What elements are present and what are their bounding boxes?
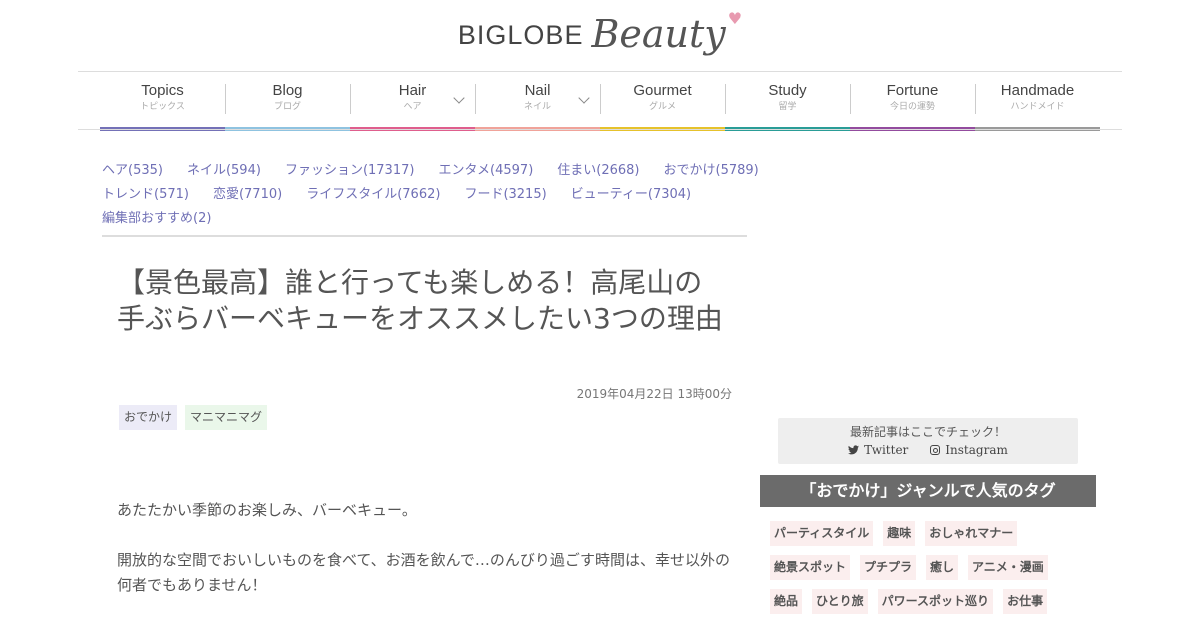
popular-tag[interactable]: おしゃれマナー <box>925 521 1018 546</box>
category-link[interactable]: おでかけ(5789) <box>664 160 759 184</box>
article-tag-odekake[interactable]: おでかけ <box>119 405 178 430</box>
nav-sublabel: ハンドメイド <box>1010 102 1065 112</box>
nav-sublabel: トピックス <box>140 102 185 112</box>
site-logo[interactable]: BIGLOBE Beauty ♥ <box>0 9 1200 62</box>
popular-tag[interactable]: 趣味 <box>883 521 916 546</box>
category-links: ヘア(535) ネイル(594) ファッション(17317) エンタメ(4597) 住ま… <box>102 160 759 232</box>
nav-label: Handmade <box>1000 82 1075 99</box>
logo-brand: BIGLOBE <box>457 20 584 50</box>
category-link[interactable]: ヘア(535) <box>102 160 163 184</box>
popular-tag[interactable]: ひとり旅 <box>812 589 868 614</box>
category-link[interactable]: 恋愛(7710) <box>213 184 282 208</box>
nav-sublabel: ヘア <box>403 102 422 112</box>
article-paragraph: 開放的な空間でおいしいものを食べて、お酒を飲んで…のんびり過ごす時間は、幸せ以外… <box>117 551 731 594</box>
social-follow-box: 最新記事はここでチェック！ Twitter Instagram <box>778 418 1078 464</box>
category-link[interactable]: ネイル(594) <box>187 160 261 184</box>
category-link[interactable]: ライフスタイル(7662) <box>306 184 440 208</box>
heart-icon: ♥ <box>727 9 743 28</box>
nav-label: Study <box>768 82 807 99</box>
popular-tag[interactable]: 癒し <box>926 555 959 580</box>
popular-tag[interactable]: 絶品 <box>770 589 803 614</box>
popular-tag[interactable]: パワースポット巡り <box>877 589 994 614</box>
category-row: ヘア(535) ネイル(594) ファッション(17317) エンタメ(4597) 住ま… <box>102 160 759 184</box>
category-link[interactable]: ファッション(17317) <box>285 160 415 184</box>
nav-label: Fortune <box>886 82 939 99</box>
nav-item-nail[interactable]: Nail ネイル <box>475 72 600 131</box>
popular-tag[interactable]: 絶景スポット <box>770 555 851 580</box>
nav-sublabel: ブログ <box>273 102 301 112</box>
category-link[interactable]: 住まい(2668) <box>557 160 639 184</box>
genre-tags-heading: 「おでかけ」ジャンルで人気のタグ <box>760 475 1096 507</box>
category-link[interactable]: フード(3215) <box>464 184 546 208</box>
article-tags: おでかけ マニマニマグ <box>119 405 268 430</box>
instagram-icon <box>930 445 941 455</box>
category-link[interactable]: ビューティー(7304) <box>571 184 691 208</box>
article-title: 【景色最高】誰と行っても楽しめる！高尾山の手ぶらバーベキューをオススメしたい3つ… <box>117 266 723 335</box>
category-divider <box>102 235 747 237</box>
twitter-label: Twitter <box>864 443 909 457</box>
popular-tag-row: 絶品 ひとり旅 パワースポット巡り お仕事 <box>770 589 1090 623</box>
popular-tag[interactable]: プチプラ <box>860 555 917 580</box>
nav-item-fortune[interactable]: Fortune 今日の運勢 <box>850 72 975 131</box>
social-title: 最新記事はここでチェック！ <box>849 425 1006 439</box>
article-paragraph: あたたかい季節のお楽しみ、バーベキュー。 <box>117 501 417 519</box>
nav-item-gourmet[interactable]: Gourmet グルメ <box>600 72 725 131</box>
nav-label: Topics <box>141 82 184 99</box>
nav-item-topics[interactable]: Topics トピックス <box>100 72 225 131</box>
nav-item-hair[interactable]: Hair ヘア <box>350 72 475 131</box>
article-tag-source[interactable]: マニマニマグ <box>185 405 268 430</box>
nav-sublabel: グルメ <box>648 102 676 112</box>
logo-product: Beauty <box>591 12 726 56</box>
article-date: 2019年04月22日 13時00分 <box>576 387 732 401</box>
category-link[interactable]: トレンド(571) <box>102 184 189 208</box>
nav-item-blog[interactable]: Blog ブログ <box>225 72 350 131</box>
twitter-link[interactable]: Twitter <box>848 441 908 459</box>
nav-sublabel: 今日の運勢 <box>889 102 935 112</box>
popular-tag[interactable]: パーティスタイル <box>770 521 874 546</box>
popular-tag[interactable]: お仕事 <box>1003 589 1048 614</box>
nav-item-study[interactable]: Study 留学 <box>725 72 850 131</box>
nav-bottom-divider <box>78 129 1122 130</box>
category-link[interactable]: エンタメ(4597) <box>438 160 533 184</box>
category-row: トレンド(571) 恋愛(7710) ライフスタイル(7662) フード(3215) ビ… <box>102 184 747 208</box>
popular-tags: パーティスタイル 趣味 おしゃれマナー 絶景スポット プチプラ 癒し アニメ・漫画 絶品 ひとり… <box>770 521 1090 623</box>
main-nav: Topics トピックス Blog ブログ Hair ヘア Nail ネイル Gourmet グル… <box>100 72 1100 131</box>
instagram-label: Instagram <box>945 443 1008 457</box>
twitter-icon <box>848 445 860 455</box>
nav-label: Blog <box>272 82 303 99</box>
nav-label: Gourmet <box>633 82 692 99</box>
nav-sublabel: 留学 <box>778 102 797 112</box>
instagram-link[interactable]: Instagram <box>930 441 1008 459</box>
nav-sublabel: ネイル <box>523 102 551 112</box>
article-body: あたたかい季節のお楽しみ、バーベキュー。 開放的な空間でおいしいものを食べて、お… <box>117 498 737 623</box>
category-row: 編集部おすすめ(2) <box>102 208 747 232</box>
category-link[interactable]: 編集部おすすめ(2) <box>102 208 211 232</box>
popular-tag[interactable]: アニメ・漫画 <box>968 555 1048 580</box>
popular-tag-row: パーティスタイル 趣味 おしゃれマナー <box>770 521 1090 555</box>
popular-tag-row: 絶景スポット プチプラ 癒し アニメ・漫画 <box>770 555 1090 589</box>
nav-item-handmade[interactable]: Handmade ハンドメイド <box>975 72 1100 131</box>
